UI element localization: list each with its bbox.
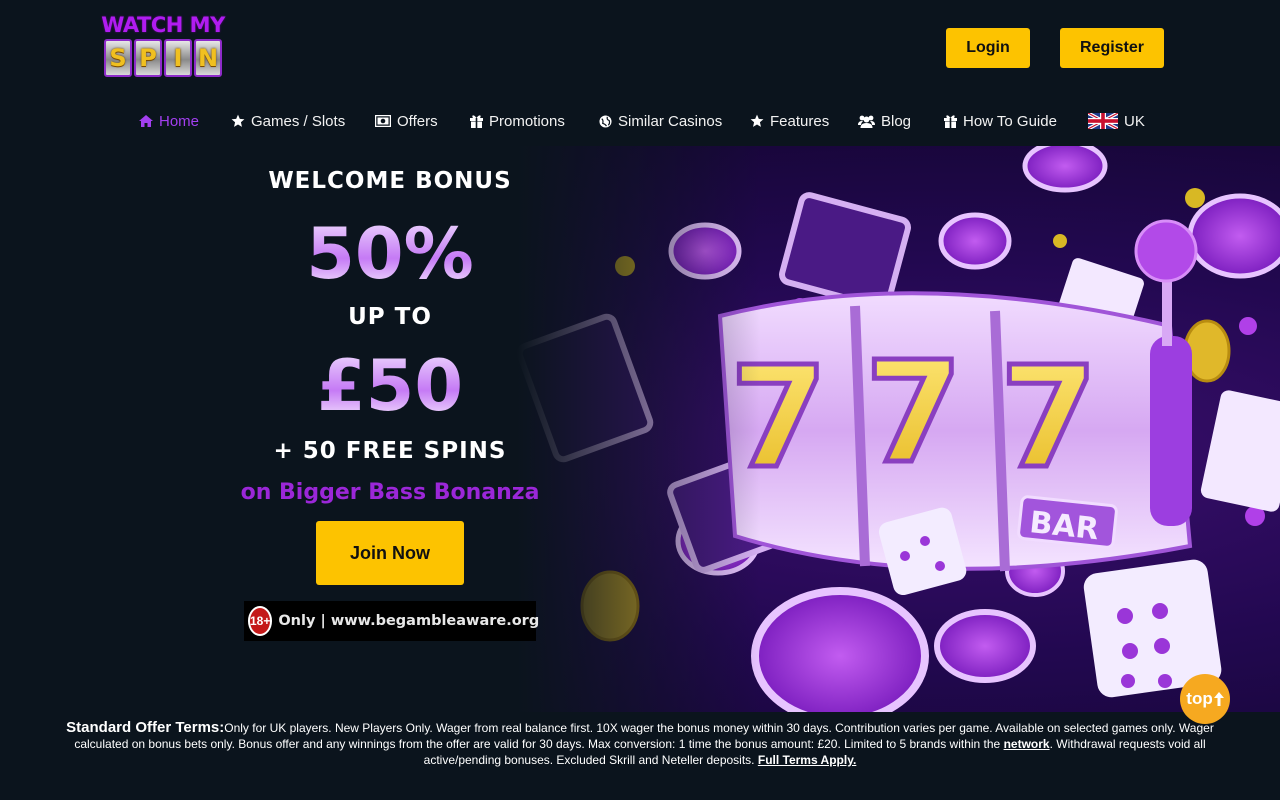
welcome-bonus-heading: WELCOME BONUS [268,168,512,194]
svg-text:BAR: BAR [1028,505,1100,547]
money-icon [375,115,391,127]
nav-item-label: Games / Slots [251,112,346,130]
main-nav: Home Games / Slots Offers Promotions Sim… [0,108,1280,134]
nav-item-home[interactable]: Home [139,108,199,134]
bonus-percent: 50% [250,212,530,296]
register-button[interactable]: Register [1060,28,1164,68]
nav-item-label: Promotions [489,112,565,130]
nav-item-promotions[interactable]: Promotions [470,108,565,134]
network-link[interactable]: network [1004,737,1050,751]
nav-item-label: Blog [881,112,912,130]
bonus-amount: £50 [250,344,530,428]
begambleaware-text: Only | www.begambleaware.org [278,613,540,629]
gift-icon [470,115,483,128]
home-icon [139,115,153,127]
logo-letter: N [194,39,222,77]
logo-text-bottom: S P I N [100,39,226,77]
scroll-to-top-button[interactable]: top [1180,674,1230,724]
age-restriction-badge: 18+ [248,606,273,636]
site-logo[interactable]: WATCH MY S P I N [100,14,226,80]
nav-item-label: Similar Casinos [618,112,723,130]
free-spins-text: + 50 FREE SPINS [273,438,507,464]
logo-letter: P [134,39,162,77]
nav-item-label: How To Guide [963,112,1057,130]
gift-icon [944,115,957,128]
nav-item-uk[interactable]: UK [1088,108,1145,134]
svg-text:7: 7 [1000,337,1097,500]
nav-item-label: Offers [397,112,438,130]
nav-item-features[interactable]: Features [750,108,829,134]
join-now-button[interactable]: Join Now [316,521,464,585]
star-icon [750,114,764,127]
login-button[interactable]: Login [946,28,1030,68]
hero-banner: 7 7 7 BAR [0,146,1280,712]
nav-item-how-to-guide[interactable]: How To Guide [944,108,1057,134]
begambleaware-badge[interactable]: 18+ Only | www.begambleaware.org [244,601,540,641]
bonus-game-text: on Bigger Bass Bonanza [240,480,540,505]
top-label: top [1186,689,1213,708]
terms-label: Standard Offer Terms: [66,719,225,736]
logo-letter: S [104,39,132,77]
nav-item-similar-casinos[interactable]: Similar Casinos [599,108,722,134]
nav-item-offers[interactable]: Offers [375,108,438,134]
nav-item-label: Features [770,112,830,130]
full-terms-link[interactable]: Full Terms Apply. [758,753,856,767]
nav-item-label: UK [1124,112,1145,130]
uk-flag-icon [1088,113,1118,129]
users-icon [858,115,875,128]
globe-icon [599,114,612,128]
offer-terms: Standard Offer Terms:Only for UK players… [60,720,1220,768]
up-to-text: UP TO [348,304,432,330]
svg-text:7: 7 [865,332,962,495]
logo-letter: I [164,39,192,77]
logo-text-top: WATCH MY [101,13,225,37]
star-icon [231,114,245,127]
nav-item-blog[interactable]: Blog [858,108,911,134]
nav-item-games-slots[interactable]: Games / Slots [231,108,345,134]
arrow-up-icon [1213,692,1224,706]
nav-item-label: Home [159,112,200,130]
